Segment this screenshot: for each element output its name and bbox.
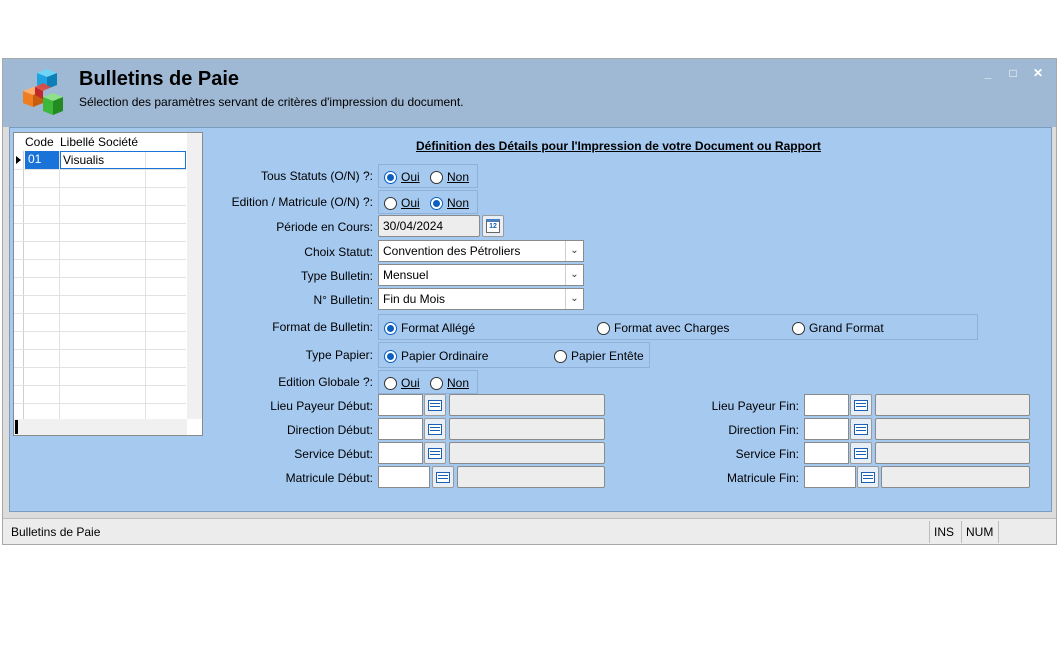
current-row-arrow-icon	[16, 156, 21, 164]
matricule-debut-lookup-button[interactable]	[432, 466, 454, 488]
grand-format-radio[interactable]: Grand Format	[792, 321, 884, 335]
service-debut-desc	[449, 442, 605, 464]
direction-fin-lookup-button[interactable]	[850, 418, 872, 440]
table-row-label[interactable]: Visualis	[60, 151, 186, 169]
calendar-button[interactable]: 12	[482, 215, 504, 237]
type-bulletin-label: Type Bulletin:	[300, 269, 373, 283]
chevron-down-icon: ⌄	[565, 289, 583, 309]
main-panel: Code Libellé Société 01 Visualis Définit…	[9, 127, 1052, 512]
service-fin-code-input[interactable]	[804, 442, 849, 464]
format-bulletin-label: Format de Bulletin:	[272, 320, 373, 334]
list-icon	[428, 399, 442, 411]
numero-bulletin-label: N° Bulletin:	[313, 293, 374, 307]
format-avec-charges-radio[interactable]: Format avec Charges	[597, 321, 729, 335]
company-grid[interactable]: Code Libellé Société 01 Visualis	[13, 132, 203, 436]
service-debut-code-input[interactable]	[378, 442, 423, 464]
edition-matricule-label: Edition / Matricule (O/N) ?:	[231, 195, 373, 209]
tous-statuts-non-radio[interactable]: Non	[430, 170, 469, 184]
papier-ordinaire-radio[interactable]: Papier Ordinaire	[384, 349, 488, 363]
lieu-payeur-debut-label: Lieu Payeur Début:	[270, 399, 373, 413]
tous-statuts-group: Oui Non	[378, 164, 478, 188]
papier-entete-radio[interactable]: Papier Entête	[554, 349, 644, 363]
window-header: Bulletins de Paie Sélection des paramètr…	[3, 59, 1056, 127]
service-fin-desc	[875, 442, 1030, 464]
lieu-payeur-debut-code-input[interactable]	[378, 394, 423, 416]
service-debut-lookup-button[interactable]	[424, 442, 446, 464]
main-window: Bulletins de Paie Sélection des paramètr…	[2, 58, 1057, 545]
lieu-payeur-debut-lookup-button[interactable]	[424, 394, 446, 416]
chevron-down-icon: ⌄	[565, 265, 583, 285]
type-papier-group: Papier Ordinaire Papier Entête	[378, 342, 650, 368]
list-icon	[854, 399, 868, 411]
edition-globale-non-radio[interactable]: Non	[430, 376, 469, 390]
service-fin-label: Service Fin:	[735, 447, 799, 461]
matricule-debut-code-input[interactable]	[378, 466, 430, 488]
close-button[interactable]: ✕	[1029, 65, 1047, 81]
tous-statuts-oui-radio[interactable]: Oui	[384, 170, 420, 184]
choix-statut-label: Choix Statut:	[304, 245, 373, 259]
numero-bulletin-select[interactable]: Fin du Mois ⌄	[378, 288, 584, 310]
list-icon	[854, 447, 868, 459]
status-ins: INS	[929, 521, 961, 543]
list-icon	[428, 423, 442, 435]
window-subtitle: Sélection des paramètres servant de crit…	[79, 95, 464, 109]
list-icon	[861, 471, 875, 483]
edition-matricule-non-radio[interactable]: Non	[430, 196, 469, 210]
periode-label: Période en Cours:	[276, 220, 373, 234]
type-papier-label: Type Papier:	[305, 348, 373, 362]
service-fin-lookup-button[interactable]	[850, 442, 872, 464]
minimize-button[interactable]: _	[979, 65, 997, 81]
format-bulletin-group: Format Allégé Format avec Charges Grand …	[378, 314, 978, 340]
lieu-payeur-debut-desc	[449, 394, 605, 416]
edition-globale-label: Edition Globale ?:	[278, 375, 373, 389]
grid-vertical-scrollbar[interactable]	[187, 133, 202, 419]
column-header-label[interactable]: Libellé Société	[60, 133, 138, 151]
matricule-fin-code-input[interactable]	[804, 466, 856, 488]
list-icon	[428, 447, 442, 459]
edition-matricule-oui-radio[interactable]: Oui	[384, 196, 420, 210]
window-title: Bulletins de Paie	[79, 68, 240, 90]
choix-statut-select[interactable]: Convention des Pétroliers ⌄	[378, 240, 584, 262]
direction-fin-label: Direction Fin:	[728, 423, 799, 437]
service-debut-label: Service Début:	[294, 447, 373, 461]
matricule-debut-label: Matricule Début:	[285, 471, 373, 485]
tous-statuts-label: Tous Statuts (O/N) ?:	[260, 169, 373, 183]
matricule-fin-label: Matricule Fin:	[726, 471, 799, 485]
matricule-fin-desc	[881, 466, 1030, 488]
format-allege-radio[interactable]: Format Allégé	[384, 321, 475, 335]
periode-field[interactable]: 30/04/2024	[378, 215, 480, 237]
list-icon	[436, 471, 450, 483]
maximize-button[interactable]: □	[1004, 65, 1022, 81]
matricule-debut-desc	[457, 466, 605, 488]
cubes-logo-icon	[23, 69, 63, 115]
direction-debut-lookup-button[interactable]	[424, 418, 446, 440]
edition-matricule-group: Oui Non	[378, 190, 478, 214]
grid-horizontal-scrollbar[interactable]	[14, 419, 187, 435]
direction-debut-code-input[interactable]	[378, 418, 423, 440]
status-bar: Bulletins de Paie INS NUM	[3, 518, 1056, 544]
lieu-payeur-fin-label: Lieu Payeur Fin:	[711, 399, 799, 413]
table-row-code[interactable]: 01	[25, 151, 59, 169]
status-text: Bulletins de Paie	[11, 525, 101, 539]
edition-globale-group: Oui Non	[378, 370, 478, 394]
direction-fin-desc	[875, 418, 1030, 440]
matricule-fin-lookup-button[interactable]	[857, 466, 879, 488]
chevron-down-icon: ⌄	[565, 241, 583, 261]
lieu-payeur-fin-code-input[interactable]	[804, 394, 849, 416]
lieu-payeur-fin-lookup-button[interactable]	[850, 394, 872, 416]
direction-debut-label: Direction Début:	[286, 423, 373, 437]
row-indicator-column	[14, 151, 24, 419]
direction-fin-code-input[interactable]	[804, 418, 849, 440]
status-empty-pane	[998, 521, 1036, 543]
column-header-code[interactable]: Code	[25, 133, 54, 151]
edition-globale-oui-radio[interactable]: Oui	[384, 376, 420, 390]
list-icon	[854, 423, 868, 435]
form-title: Définition des Détails pour l'Impression…	[416, 139, 821, 153]
calendar-icon: 12	[486, 219, 500, 233]
lieu-payeur-fin-desc	[875, 394, 1030, 416]
status-num: NUM	[961, 521, 998, 543]
direction-debut-desc	[449, 418, 605, 440]
type-bulletin-select[interactable]: Mensuel ⌄	[378, 264, 584, 286]
